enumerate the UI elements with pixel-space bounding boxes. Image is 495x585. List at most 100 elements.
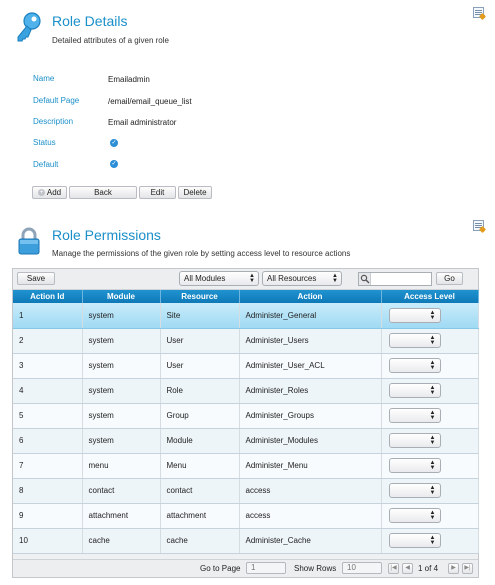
field-value-default-page: /email/email_queue_list (108, 97, 192, 106)
cell-access-level: ▲ ▼ (381, 428, 479, 454)
cell-action-id: 6 (13, 428, 83, 454)
cell-resource: Menu (160, 453, 240, 479)
field-value-name: Emailadmin (108, 75, 150, 84)
cell-module: system (82, 428, 161, 454)
last-page-icon[interactable]: ▶| (462, 563, 473, 574)
field-label-default: Default (33, 160, 59, 169)
cell-resource: Group (160, 403, 240, 429)
select-arrows-icon: ▲ ▼ (429, 535, 436, 546)
column-header-module[interactable]: Module (82, 290, 161, 303)
prev-page-icon[interactable]: ◀ (402, 563, 413, 574)
column-header-action-id[interactable]: Action Id (13, 290, 83, 303)
table-row[interactable]: 1 system Site Administer_General ▲ ▼ (13, 303, 479, 329)
rows-select[interactable]: 10 (342, 562, 382, 574)
cell-action: Administer_General (239, 303, 382, 329)
cell-access-level: ▲ ▼ (381, 378, 479, 404)
edit-layout-icon[interactable] (473, 220, 484, 231)
cell-module: system (82, 403, 161, 429)
table-row[interactable]: 10 cache cache Administer_Cache ▲ ▼ (13, 528, 479, 554)
lock-icon (17, 227, 41, 255)
permissions-grid: Save All Modules ▲ ▼ All Resources ▲ ▼ Go (12, 268, 479, 578)
access-level-select[interactable]: ▲ ▼ (388, 533, 441, 548)
access-level-select[interactable]: ▲ ▼ (388, 307, 441, 323)
cell-access-level: ▲ ▼ (381, 328, 479, 354)
table-row[interactable]: 7 menu Menu Administer_Menu ▲ ▼ (13, 453, 479, 479)
select-arrows-icon: ▲ ▼ (429, 435, 436, 446)
cell-module: system (82, 378, 161, 404)
field-label-name: Name (33, 74, 55, 83)
resources-filter-value: All Resources (267, 274, 317, 283)
table-row[interactable]: 6 system Module Administer_Modules ▲ ▼ (13, 428, 479, 454)
modules-filter-value: All Modules (184, 274, 226, 283)
cell-resource: Module (160, 428, 240, 454)
save-button[interactable]: Save (17, 272, 55, 285)
search-field[interactable] (358, 272, 432, 286)
cell-action-id: 3 (13, 353, 83, 379)
cell-access-level: ▲ ▼ (381, 453, 479, 479)
next-page-icon[interactable]: ▶ (448, 563, 459, 574)
pagination-bar: Go to Page 1 Show Rows 10 |◀ ◀ 1 of 4 ▶ … (13, 559, 478, 577)
cell-module: contact (82, 478, 161, 504)
cell-resource: Role (160, 378, 240, 404)
select-arrows-icon: ▲ ▼ (429, 485, 436, 496)
access-level-select[interactable]: ▲ ▼ (388, 358, 441, 373)
cell-action-id: 9 (13, 503, 83, 529)
edit-layout-icon[interactable] (473, 7, 484, 18)
first-page-icon[interactable]: |◀ (388, 563, 399, 574)
cell-resource: attachment (160, 503, 240, 529)
cell-action-id: 7 (13, 453, 83, 479)
cell-module: system (82, 303, 161, 329)
show-rows-label: Show Rows (294, 564, 337, 573)
select-arrows-icon: ▲ ▼ (429, 410, 436, 421)
go-button[interactable]: Go (436, 272, 463, 285)
select-arrows-icon: ▲ ▼ (429, 335, 436, 346)
cell-module: menu (82, 453, 161, 479)
cell-access-level: ▲ ▼ (381, 303, 479, 329)
cell-resource: cache (160, 528, 240, 554)
cell-action: access (239, 503, 382, 529)
cell-action-id: 5 (13, 403, 83, 429)
cell-module: system (82, 353, 161, 379)
role-permissions-title: Role Permissions (52, 227, 161, 243)
access-level-select[interactable]: ▲ ▼ (388, 433, 441, 448)
cell-module: cache (82, 528, 161, 554)
access-level-select[interactable]: ▲ ▼ (388, 408, 441, 423)
delete-button[interactable]: Delete (178, 186, 212, 199)
table-row[interactable]: 8 contact contact access ▲ ▼ (13, 478, 479, 504)
modules-filter-select[interactable]: All Modules ▲ ▼ (179, 271, 259, 286)
rows-select-value: 10 (347, 563, 356, 572)
plus-icon: + (37, 189, 45, 197)
access-level-select[interactable]: ▲ ▼ (388, 333, 441, 348)
cell-action: Administer_Modules (239, 428, 382, 454)
page-select-value: 1 (251, 563, 256, 572)
cell-resource: User (160, 353, 240, 379)
access-level-select[interactable]: ▲ ▼ (388, 383, 441, 398)
edit-button[interactable]: Edit (139, 186, 176, 199)
cell-module: attachment (82, 503, 161, 529)
cell-action-id: 4 (13, 378, 83, 404)
select-arrows-icon: ▲ ▼ (429, 510, 436, 521)
cell-action: Administer_Groups (239, 403, 382, 429)
column-header-access-level[interactable]: Access Level (381, 290, 479, 303)
add-button[interactable]: + Add (32, 186, 67, 199)
cell-action-id: 2 (13, 328, 83, 354)
back-button[interactable]: Back (69, 186, 137, 199)
cell-action: Administer_Users (239, 328, 382, 354)
field-label-default-page: Default Page (33, 96, 80, 105)
column-header-action[interactable]: Action (239, 290, 382, 303)
resources-filter-select[interactable]: All Resources ▲ ▼ (262, 271, 342, 286)
cell-access-level: ▲ ▼ (381, 403, 479, 429)
cell-action: access (239, 478, 382, 504)
access-level-select[interactable]: ▲ ▼ (388, 483, 441, 498)
access-level-select[interactable]: ▲ ▼ (388, 458, 441, 473)
table-row[interactable]: 2 system User Administer_Users ▲ ▼ (13, 328, 479, 354)
table-row[interactable]: 3 system User Administer_User_ACL ▲ ▼ (13, 353, 479, 379)
go-to-page-label: Go to Page (200, 564, 241, 573)
table-row[interactable]: 9 attachment attachment access ▲ ▼ (13, 503, 479, 529)
page-select[interactable]: 1 (246, 562, 286, 574)
column-header-resource[interactable]: Resource (160, 290, 240, 303)
access-level-select[interactable]: ▲ ▼ (388, 508, 441, 523)
field-label-description: Description (33, 117, 74, 126)
table-row[interactable]: 5 system Group Administer_Groups ▲ ▼ (13, 403, 479, 429)
table-row[interactable]: 4 system Role Administer_Roles ▲ ▼ (13, 378, 479, 404)
